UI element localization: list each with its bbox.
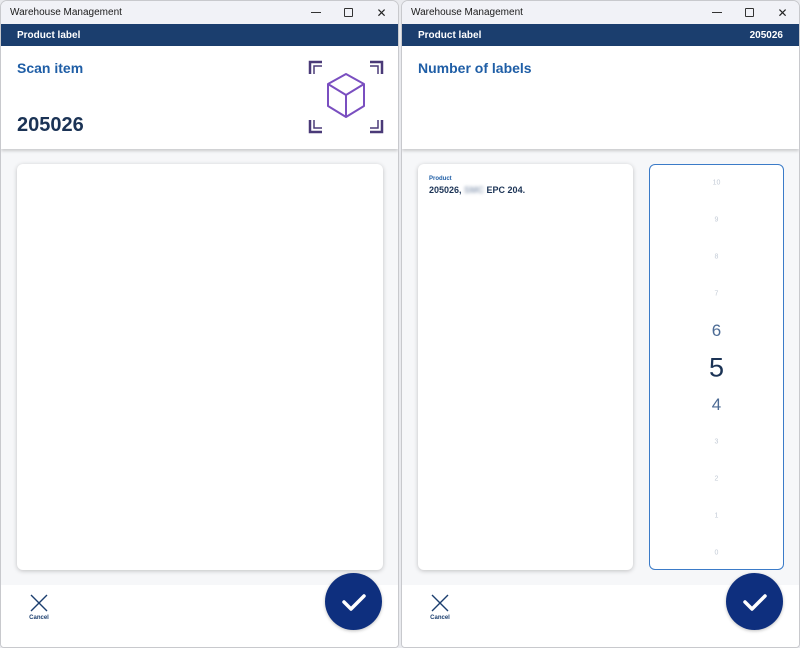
minimize-button[interactable] bbox=[299, 1, 332, 24]
picker-item[interactable]: 6 bbox=[650, 321, 783, 341]
maximize-icon bbox=[344, 8, 353, 17]
minimize-button[interactable] bbox=[700, 1, 733, 24]
close-icon: ✕ bbox=[777, 5, 788, 20]
scanned-value: 205026 bbox=[17, 114, 84, 136]
close-button[interactable]: ✕ bbox=[766, 1, 799, 24]
scan-box-icon[interactable] bbox=[308, 60, 384, 134]
app-bar: Product label bbox=[1, 24, 398, 46]
confirm-button[interactable] bbox=[726, 573, 783, 630]
label-count-picker[interactable]: 10 9 8 7 6 5 4 3 2 1 0 bbox=[649, 164, 784, 570]
title-bar: Warehouse Management ✕ bbox=[402, 1, 799, 24]
app-bar-title: Product label bbox=[17, 29, 81, 41]
confirm-button[interactable] bbox=[325, 573, 382, 630]
cancel-label: Cancel bbox=[29, 615, 49, 621]
cancel-x-icon bbox=[431, 594, 449, 612]
page-title: Scan item bbox=[17, 60, 84, 76]
checkmark-icon bbox=[742, 593, 767, 611]
cancel-x-icon bbox=[30, 594, 48, 612]
product-description: EPC 204. bbox=[484, 185, 526, 195]
page-header: Number of labels bbox=[402, 46, 799, 149]
picker-item[interactable]: 1 bbox=[650, 513, 783, 520]
cancel-label: Cancel bbox=[430, 615, 450, 621]
picker-item[interactable]: 10 bbox=[650, 180, 783, 187]
app-bar: Product label 205026 bbox=[402, 24, 799, 46]
scan-item-window: Warehouse Management ✕ Product label Sca… bbox=[0, 0, 399, 648]
picker-item-selected[interactable]: 5 bbox=[650, 353, 783, 384]
minimize-icon bbox=[711, 12, 722, 13]
maximize-icon bbox=[745, 8, 754, 17]
app-bar-title: Product label bbox=[418, 29, 482, 41]
maximize-button[interactable] bbox=[733, 1, 766, 24]
minimize-icon bbox=[310, 12, 321, 13]
page-title: Number of labels bbox=[418, 60, 532, 76]
product-label: Product bbox=[429, 176, 452, 182]
picker-item[interactable]: 2 bbox=[650, 476, 783, 483]
title-bar: Warehouse Management ✕ bbox=[1, 1, 398, 24]
product-id: 205026, bbox=[429, 185, 465, 195]
close-icon: ✕ bbox=[376, 5, 387, 20]
cancel-button[interactable]: Cancel bbox=[23, 593, 55, 621]
picker-item[interactable]: 7 bbox=[650, 291, 783, 298]
number-of-labels-window: Warehouse Management ✕ Product label 205… bbox=[401, 0, 800, 648]
picker-item[interactable]: 4 bbox=[650, 395, 783, 415]
scan-content-card bbox=[17, 164, 383, 570]
maximize-button[interactable] bbox=[332, 1, 365, 24]
product-card: Product 205026, SMC EPC 204. bbox=[418, 164, 633, 570]
product-value: 205026, SMC EPC 204. bbox=[429, 185, 525, 195]
app-bar-item-id: 205026 bbox=[749, 29, 783, 41]
picker-item[interactable]: 8 bbox=[650, 254, 783, 261]
picker-item[interactable]: 0 bbox=[650, 550, 783, 557]
page-header: Scan item 205026 bbox=[1, 46, 398, 149]
checkmark-icon bbox=[341, 593, 366, 611]
window-title: Warehouse Management bbox=[411, 7, 523, 18]
picker-item[interactable]: 9 bbox=[650, 217, 783, 224]
window-title: Warehouse Management bbox=[10, 7, 122, 18]
picker-item[interactable]: 3 bbox=[650, 439, 783, 446]
close-button[interactable]: ✕ bbox=[365, 1, 398, 24]
product-redacted-text: SMC bbox=[464, 185, 485, 195]
cancel-button[interactable]: Cancel bbox=[424, 593, 456, 621]
